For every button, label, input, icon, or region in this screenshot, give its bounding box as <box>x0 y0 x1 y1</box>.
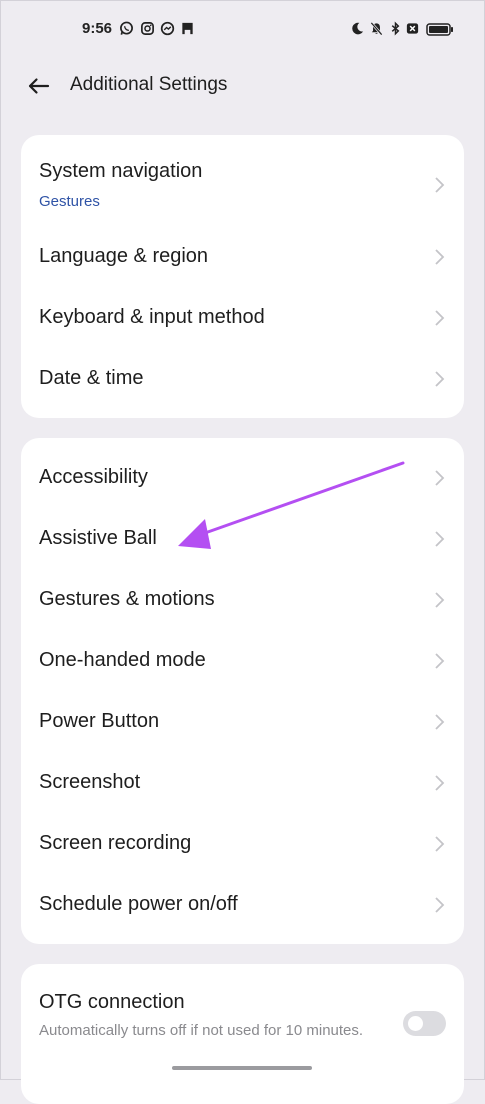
schedule-power-item[interactable]: Schedule power on/off <box>21 877 464 933</box>
keyboard-input-method-label: Keyboard & input method <box>39 306 265 328</box>
accessibility-label: Accessibility <box>39 466 148 488</box>
language-region-item[interactable]: Language & region <box>21 229 464 285</box>
chevron-right-icon <box>435 249 445 265</box>
chevron-right-icon <box>435 653 445 669</box>
power-button-label: Power Button <box>39 710 160 732</box>
otg-connection-description: Automatically turns off if not used for … <box>39 1022 364 1039</box>
assistive-ball-label: Assistive Ball <box>39 527 157 549</box>
otg-connection-label: OTG connection <box>39 991 185 1013</box>
moon-icon <box>352 22 364 35</box>
chevron-right-icon <box>435 897 445 913</box>
screenshot-item[interactable]: Screenshot <box>21 755 464 811</box>
date-time-item[interactable]: Date & time <box>21 351 464 407</box>
toggle-knob <box>408 1016 423 1031</box>
chevron-right-icon <box>435 531 445 547</box>
app-icon <box>182 22 193 35</box>
date-time-label: Date & time <box>39 367 144 389</box>
chevron-right-icon <box>435 470 445 486</box>
home-indicator[interactable] <box>172 1066 312 1070</box>
otg-connection-toggle[interactable] <box>403 1011 446 1036</box>
settings-card-system: System navigation Gestures Language & re… <box>21 135 464 418</box>
gestures-motions-item[interactable]: Gestures & motions <box>21 572 464 628</box>
status-time: 9:56 <box>82 20 113 37</box>
schedule-power-label: Schedule power on/off <box>39 893 238 915</box>
chevron-right-icon <box>435 592 445 608</box>
chevron-right-icon <box>435 310 445 326</box>
back-button[interactable] <box>24 70 56 102</box>
accessibility-item[interactable]: Accessibility <box>21 450 464 506</box>
no-sim-icon <box>406 23 419 34</box>
bluetooth-icon <box>391 21 400 36</box>
screen-recording-label: Screen recording <box>39 832 192 854</box>
arrow-left-icon <box>28 78 50 94</box>
system-navigation-label: System navigation <box>39 160 203 182</box>
settings-card-controls: Accessibility Assistive Ball Gestures & … <box>21 438 464 944</box>
system-navigation-value: Gestures <box>39 193 100 210</box>
status-bar: 9:56 <box>0 0 485 60</box>
power-button-item[interactable]: Power Button <box>21 694 464 750</box>
bell-off-icon <box>370 22 383 36</box>
screen-recording-item[interactable]: Screen recording <box>21 816 464 872</box>
chevron-right-icon <box>435 775 445 791</box>
system-navigation-item[interactable]: System navigation Gestures <box>21 153 464 219</box>
chevron-right-icon <box>435 836 445 852</box>
chevron-right-icon <box>435 371 445 387</box>
whatsapp-icon <box>120 21 133 35</box>
page-title: Additional Settings <box>70 74 228 95</box>
messenger-icon <box>160 21 175 36</box>
assistive-ball-item[interactable]: Assistive Ball <box>21 511 464 567</box>
one-handed-mode-item[interactable]: One-handed mode <box>21 633 464 689</box>
keyboard-input-method-item[interactable]: Keyboard & input method <box>21 290 464 346</box>
settings-card-otg: OTG connection Automatically turns off i… <box>21 964 464 1104</box>
chevron-right-icon <box>435 714 445 730</box>
instagram-icon <box>141 22 154 35</box>
battery-icon <box>426 23 453 36</box>
screenshot-label: Screenshot <box>39 771 141 793</box>
gestures-motions-label: Gestures & motions <box>39 588 215 610</box>
chevron-right-icon <box>435 177 445 193</box>
language-region-label: Language & region <box>39 245 209 267</box>
one-handed-mode-label: One-handed mode <box>39 649 206 671</box>
otg-connection-item[interactable]: OTG connection Automatically turns off i… <box>21 964 464 1074</box>
